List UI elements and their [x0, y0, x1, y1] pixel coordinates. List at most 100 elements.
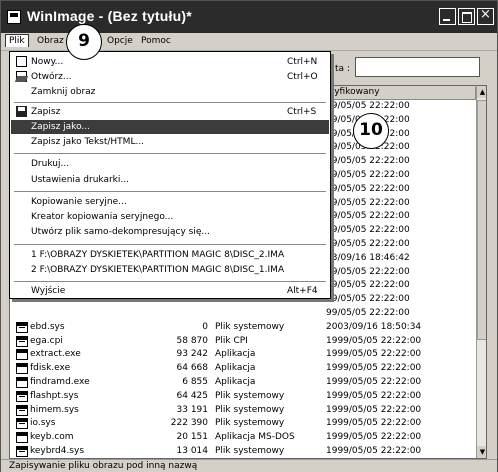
cell-type: Plik systemowy	[215, 321, 285, 332]
system-file-icon	[16, 335, 28, 347]
menu-item-utworz-plik[interactable]: Utwórz plik samo-dekompresujący się...	[11, 225, 329, 239]
cell-size: 64 425	[176, 390, 209, 401]
open-folder-icon	[16, 71, 27, 82]
cell-modified: 99/05/05 22:22:00	[326, 197, 410, 208]
menu-item-shortcut: Ctrl+O	[287, 72, 318, 82]
menu-item-kreator-kopiowania[interactable]: Kreator kopiowania seryjnego...	[11, 210, 329, 224]
cell-modified: 03/09/16 18:46:42	[326, 252, 410, 263]
table-row[interactable]: 99/05/05 22:22:00	[10, 307, 476, 321]
column-header-modified[interactable]: odyfikowany	[320, 87, 476, 99]
maximize-button[interactable]	[458, 8, 475, 25]
callout-10: 10	[353, 113, 389, 149]
cell-modified: 99/05/05 22:22:00	[326, 211, 410, 222]
scroll-down-arrow-icon[interactable]: ▼	[477, 446, 486, 458]
menu-item-shortcut: Alt+F4	[287, 286, 318, 296]
table-row[interactable]: flashpt.sys 64 425 Plik systemowy 1999/05/0…	[10, 390, 476, 404]
menu-separator	[14, 153, 326, 154]
file-menu-dropdown: Nowy... Ctrl+N Otwórz... Ctrl+O Zamknij …	[9, 51, 331, 299]
cell-size: 93 242	[176, 349, 209, 360]
menu-item-zapisz[interactable]: Zapisz Ctrl+S	[11, 105, 329, 119]
winimage-window: WinImage - (Bez tytułu)* × Plik Obraz Op…	[0, 0, 498, 472]
filter-label: ta :	[335, 64, 350, 74]
status-text: Zapisywanie pliku obrazu pod inną nazwą	[9, 461, 198, 471]
menu-obraz[interactable]: Obraz	[37, 36, 64, 46]
table-row[interactable]: findramd.exe 6 855 Aplikacja 1999/05/05 22:…	[10, 376, 476, 390]
menu-item-ustawienia-drukarki[interactable]: Ustawienia drukarki...	[11, 173, 329, 187]
menu-pomoc[interactable]: Pomoc	[141, 36, 171, 46]
cell-type: Plik systemowy	[215, 390, 285, 401]
application-file-icon	[16, 376, 28, 388]
menu-item-otworz[interactable]: Otwórz... Ctrl+O	[11, 70, 329, 84]
cell-modified: 99/05/05 22:22:00	[326, 294, 410, 305]
cell-size: 0	[202, 321, 208, 332]
cell-modified: 1999/05/05 22:22:00	[326, 445, 422, 456]
callout-9: 9	[66, 24, 102, 60]
cell-name: io.sys	[30, 418, 56, 429]
menu-item-label: 2 F:\OBRAZY DYSKIETEK\PARTITION MAGIC 8\…	[31, 265, 285, 275]
cell-modified: 99/05/05 22:22:00	[326, 156, 410, 167]
cell-name: keybrd4.sys	[30, 445, 85, 456]
menu-item-zapisz-jako[interactable]: Zapisz jako...	[11, 120, 329, 134]
cell-type: Plik systemowy	[215, 445, 285, 456]
table-row[interactable]: himem.sys 33 191 Plik systemowy 1999/05/05 …	[10, 404, 476, 418]
save-disk-icon	[16, 106, 27, 117]
cell-name: findramd.exe	[30, 376, 90, 387]
cell-modified: 2003/09/16 18:50:34	[326, 321, 422, 332]
cell-modified: 1999/05/05 22:22:00	[326, 376, 422, 387]
minimize-button[interactable]	[439, 8, 456, 25]
table-row[interactable]: fdisk.exe 64 668 Aplikacja 1999/05/05 22:22…	[10, 362, 476, 376]
table-row[interactable]: keybrd4.sys 13 014 Plik systemowy 1999/05/0…	[10, 445, 476, 458]
cell-size: 222 390	[170, 418, 208, 429]
filter-input[interactable]	[355, 57, 480, 77]
menu-item-zapisz-jako-tekst-html[interactable]: Zapisz jako Tekst/HTML...	[11, 135, 329, 149]
menu-item-wyjscie[interactable]: Wyjście Alt+F4	[11, 284, 329, 298]
table-row[interactable]: extract.exe 93 242 Aplikacja 1999/05/05 22:…	[10, 348, 476, 362]
window-title: WinImage - (Bez tytułu)*	[27, 8, 192, 24]
cell-name: ega.cpi	[30, 335, 63, 346]
scrollbar-thumb[interactable]	[477, 100, 486, 340]
menu-item-shortcut: Ctrl+S	[287, 107, 317, 117]
close-button[interactable]: ×	[477, 7, 494, 25]
cell-modified: 1999/05/05 22:22:00	[326, 432, 422, 443]
table-row[interactable]: keyb.com 20 151 Aplikacja MS-DOS 1999/05/05…	[10, 431, 476, 445]
cell-modified: 1999/05/05 22:22:00	[326, 349, 422, 360]
cell-size: 33 191	[176, 404, 209, 415]
cell-modified: 99/05/05 22:22:00	[326, 225, 410, 236]
cell-name: keyb.com	[30, 432, 74, 443]
menu-item-recent-1[interactable]: 1 F:\OBRAZY DYSKIETEK\PARTITION MAGIC 8\…	[11, 248, 329, 262]
menu-plik[interactable]: Plik	[5, 34, 29, 47]
cell-modified: 1999/05/05 22:22:00	[326, 390, 422, 401]
cell-name: himem.sys	[30, 404, 79, 415]
menu-item-label: Nowy...	[31, 57, 64, 67]
menu-separator	[14, 281, 326, 282]
menu-item-recent-2[interactable]: 2 F:\OBRAZY DYSKIETEK\PARTITION MAGIC 8\…	[11, 263, 329, 277]
menu-item-drukuj[interactable]: Drukuj...	[11, 157, 329, 171]
cell-modified: 1999/05/05 22:22:00	[326, 418, 422, 429]
system-file-icon	[16, 390, 28, 402]
menu-item-kopiowanie-seryjne[interactable]: Kopiowanie seryjne...	[11, 195, 329, 209]
menu-item-zamknij-obraz[interactable]: Zamknij obraz	[11, 85, 329, 99]
table-row[interactable]: ebd.sys 0 Plik systemowy 2003/09/16 18:50:3…	[10, 321, 476, 335]
application-file-icon	[16, 363, 28, 375]
cell-modified: 99/05/05 22:22:00	[326, 183, 410, 194]
cell-modified: 99/05/05 22:22:00	[326, 280, 410, 291]
cell-size: 64 668	[176, 363, 209, 374]
table-row[interactable]: ega.cpi 58 870 Plik CPI 1999/05/05 22:22:00	[10, 335, 476, 349]
menu-opcje[interactable]: Opcje	[107, 36, 133, 46]
scroll-up-arrow-icon[interactable]: ▲	[477, 86, 486, 98]
cell-type: Plik CPI	[215, 335, 248, 346]
table-row[interactable]: io.sys 222 390 Plik systemowy 1999/05/05 22…	[10, 417, 476, 431]
menu-separator	[14, 244, 326, 245]
menu-item-label: Zamknij obraz	[31, 87, 96, 97]
menu-item-label: Ustawienia drukarki...	[31, 175, 129, 185]
cell-type: Aplikacja	[215, 363, 256, 374]
cell-modified: 99/05/05 22:22:00	[326, 101, 410, 111]
cell-modified: 99/05/05 22:22:00	[326, 169, 410, 180]
menu-item-shortcut: Ctrl+N	[287, 57, 318, 67]
cell-size: 20 151	[176, 432, 209, 443]
system-file-icon	[16, 418, 28, 430]
vertical-scrollbar[interactable]: ▲ ▼	[476, 86, 486, 458]
menu-item-label: Utwórz plik samo-dekompresujący się...	[31, 227, 210, 237]
menu-item-nowy[interactable]: Nowy... Ctrl+N	[11, 55, 329, 69]
cell-modified: 99/05/05 22:22:00	[326, 307, 410, 318]
